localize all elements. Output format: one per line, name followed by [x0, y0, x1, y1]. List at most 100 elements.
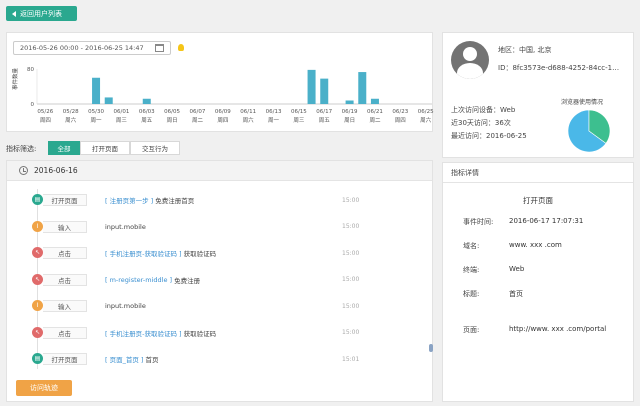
event-page-link[interactable]: [ 手机注册页-获取验证码 ] [105, 328, 182, 338]
x-tick-label: 06/15 [291, 109, 307, 115]
event-text: 免费注册 [174, 276, 201, 285]
event-type: 点击 [43, 273, 87, 286]
y-tick-label: 0 [31, 102, 35, 108]
detail-heading: 指标详情 [443, 163, 633, 183]
click-event-icon: ↖ [32, 326, 43, 338]
x-tick-label: 06/17 [316, 109, 332, 115]
timeline-date: 2016-06-16 [34, 166, 78, 175]
input-event-icon: I [32, 220, 43, 232]
browser-usage-pie [567, 109, 611, 153]
x-tick-weekday: 周六 [420, 116, 432, 124]
timeline-date-header: 2016-06-16 [7, 161, 432, 181]
event-time: 15:00 [342, 276, 360, 283]
browser-usage-title: 浏览器使用情况 [561, 99, 604, 106]
event-time: 15:00 [342, 249, 360, 257]
timeline-event[interactable]: ▤ 打开页面 [ 页面_首页 ] 首页 15:01 [7, 350, 427, 368]
bar-06/03 [142, 98, 151, 104]
clock-icon [19, 166, 28, 175]
visits-30-days: 近30天访问：36次 [451, 119, 511, 127]
click-event-icon: ↖ [32, 273, 43, 285]
filter-open-page-button[interactable]: 打开页面 [80, 141, 130, 155]
event-time: 15:00 [342, 302, 360, 310]
timeline-event[interactable]: ↖ 点击 [ 手机注册页-获取验证码 ] 获取验证码 15:00 [7, 244, 427, 262]
x-tick-label: 06/05 [164, 109, 180, 115]
timeline-event[interactable]: I 输入 input.mobile 15:00 [7, 297, 427, 315]
detail-title: 打开页面 [523, 196, 553, 205]
x-tick-label: 06/25 [418, 109, 434, 115]
event-time: 15:00 [342, 329, 360, 336]
timeline-event[interactable]: ▤ 打开页面 [ 注册页第一步 ] 免费注册首页 15:00 [7, 191, 427, 209]
event-description: [ 注册页第一步 ] 免费注册首页 [105, 194, 194, 206]
x-tick-weekday: 周六 [243, 116, 255, 124]
event-text: 免费注册首页 [155, 197, 195, 205]
event-type: 打开页面 [43, 194, 87, 206]
x-tick-label: 05/26 [37, 109, 53, 115]
back-to-user-list-button[interactable]: 返回用户列表 [6, 6, 77, 21]
event-description: [ m-register-middle ] 免费注册 [105, 274, 200, 286]
bar-06/20 [358, 72, 367, 104]
event-time: 15:00 [342, 223, 360, 230]
open-event-icon: ▤ [32, 353, 43, 364]
last-visit: 最近访问：2016-06-25 [451, 132, 527, 140]
back-button-label: 返回用户列表 [20, 9, 62, 18]
user-id: ID：8fc3573e-d688-4252-84cc-1… [498, 64, 620, 72]
event-text: 获取验证码 [183, 329, 217, 338]
x-tick-weekday: 周一 [268, 117, 280, 124]
x-tick-label: 06/03 [139, 109, 155, 115]
filter-label: 指标筛选: [6, 145, 37, 153]
detail-value-title: 首页 [509, 290, 523, 298]
visit-trail-button[interactable]: 访问轨迹 [16, 380, 72, 396]
x-tick-label: 06/11 [240, 109, 256, 115]
back-arrow-icon [12, 10, 16, 17]
event-page-link[interactable]: [ 注册页第一步 ] [105, 195, 153, 205]
input-event-icon: I [32, 300, 43, 311]
event-type: 点击 [43, 326, 87, 339]
event-type: 点击 [43, 247, 87, 259]
x-tick-weekday: 周五 [319, 117, 331, 124]
timeline-event[interactable]: ↖ 点击 [ 手机注册页-获取验证码 ] 获取验证码 15:00 [7, 324, 427, 342]
x-tick-weekday: 周二 [369, 117, 381, 124]
detail-value-terminal: Web [509, 265, 525, 273]
x-tick-weekday: 周一 [91, 117, 103, 124]
click-event-icon: ↖ [32, 247, 43, 258]
x-tick-weekday: 周六 [65, 116, 77, 124]
x-tick-weekday: 周三 [293, 117, 305, 124]
event-description: [ 手机注册页-获取验证码 ] 获取验证码 [105, 327, 216, 339]
event-text: 获取验证码 [183, 250, 217, 258]
x-tick-label: 06/09 [215, 109, 231, 115]
event-description: input.mobile [105, 300, 146, 312]
filter-interaction-button[interactable]: 交互行为 [130, 141, 180, 155]
event-time: 15:01 [342, 355, 360, 363]
metric-detail-panel: 指标详情 打开页面 事件时间: 2016-06-17 17:07:31 域名: … [442, 162, 634, 402]
y-tick-label: 80 [27, 67, 34, 73]
event-description: [ 页面_首页 ] 首页 [105, 353, 158, 365]
event-time: 15:00 [342, 196, 360, 204]
timeline-event[interactable]: I 输入 input.mobile 15:00 [7, 218, 427, 236]
event-page-link[interactable]: [ 页面_首页 ] [105, 354, 143, 364]
timeline-scrollbar[interactable] [429, 344, 433, 352]
x-tick-label: 06/07 [190, 109, 206, 115]
x-tick-label: 06/19 [342, 109, 358, 115]
event-description: [ 手机注册页-获取验证码 ] 获取验证码 [105, 247, 216, 259]
event-timeline-panel: 2016-06-16 ▤ 打开页面[ 注册页第一步 ] 免费注册首页 15:00 I 输入… [6, 160, 433, 402]
x-tick-label: 05/28 [63, 109, 79, 115]
timeline-event[interactable]: ↖ 点击 [ m-register-middle ] 免费注册 15:00 [7, 271, 427, 289]
event-chart-panel: 2016-05-26 00:00 - 2016-06-25 14:47 事件数量… [6, 32, 434, 132]
event-page-link[interactable]: [ m-register-middle ] [105, 276, 172, 284]
x-tick-weekday: 周五 [141, 117, 153, 124]
event-type: 打开页面 [43, 353, 87, 365]
detail-label-terminal: 终端: [463, 266, 480, 274]
detail-value-domain: www. xxx .com [509, 241, 562, 249]
event-bar-chart: 08005/26周四05/28周六05/30周一06/01周三06/03周五06… [27, 67, 434, 124]
x-tick-weekday: 周四 [395, 117, 406, 124]
detail-label-time: 事件时间: [463, 218, 494, 226]
event-type: 输入 [43, 220, 87, 233]
bar-06/19 [345, 100, 354, 104]
x-tick-label: 06/23 [392, 109, 408, 115]
detail-value-page: http://www. xxx .com/portal [509, 325, 607, 333]
user-region: 地区：中国, 北京 [498, 46, 552, 54]
filter-all-button[interactable]: 全部 [48, 141, 80, 155]
detail-label-title: 标题: [463, 290, 480, 298]
open-event-icon: ▤ [32, 194, 43, 205]
event-page-link[interactable]: [ 手机注册页-获取验证码 ] [105, 248, 182, 258]
